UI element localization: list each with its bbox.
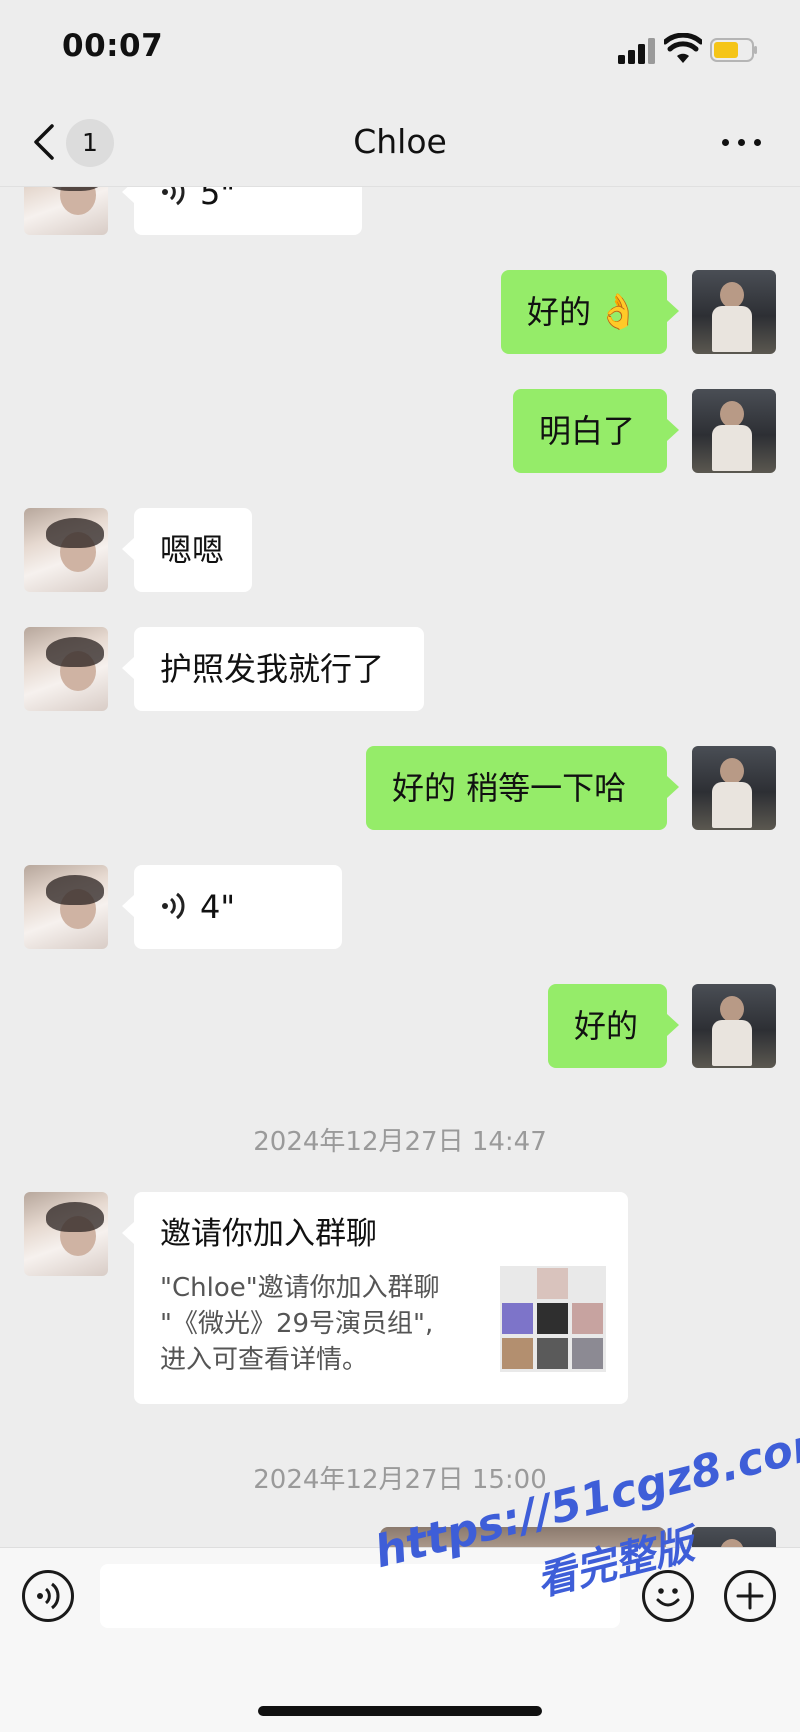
message-bubble[interactable]: 嗯嗯 [122,508,252,592]
chat-title: Chloe [353,122,447,161]
status-bar: 00:07 [0,0,800,100]
ok-hand-emoji: 👌 [597,292,640,332]
my-avatar[interactable] [692,746,776,830]
chat-header: 1 Chloe [0,100,800,187]
message-list[interactable]: 5" 好的 👌 明白了 嗯嗯 护照发我就行了 好的 稍等一下哈 4" 好的 202… [0,187,800,1547]
cellular-signal-icon [618,36,658,64]
wifi-icon [664,33,702,63]
invite-description: "Chloe"邀请你加入群聊 "《微光》29号演员组", 进入可查看详情。 [160,1273,440,1375]
invite-title: 邀请你加入群聊 [160,1216,377,1252]
message-bubble[interactable]: 好的 稍等一下哈 [366,746,679,830]
voice-message[interactable]: 4" [122,865,342,949]
voice-message[interactable]: 5" [122,187,362,235]
message-bubble[interactable]: 明白了 [513,389,679,473]
message-text: 明白了 [539,412,636,450]
message-bubble[interactable]: 护照发我就行了 [122,627,424,711]
contact-avatar[interactable] [24,187,108,235]
contact-avatar[interactable] [24,627,108,711]
my-avatar[interactable] [692,270,776,354]
timestamp: 2024年12月27日 14:47 [253,1127,547,1157]
message-bubble[interactable]: 好的 [548,984,679,1068]
contact-avatar[interactable] [24,865,108,949]
voice-duration: 4" [200,888,236,926]
group-avatar-grid [500,1266,606,1372]
voice-mode-icon[interactable] [22,1570,74,1622]
message-text: 好的 [527,293,592,331]
group-invite-card[interactable]: 邀请你加入群聊 "Chloe"邀请你加入群聊 "《微光》29号演员组", 进入可… [122,1192,628,1404]
voice-wave-icon [162,187,185,206]
status-time: 00:07 [62,28,164,64]
contact-avatar[interactable] [24,1192,108,1276]
message-text: 嗯嗯 [160,531,225,569]
message-text: 护照发我就行了 [160,650,385,688]
contact-avatar[interactable] [24,508,108,592]
voice-duration: 5" [200,187,236,212]
battery-icon [710,38,757,62]
my-avatar[interactable] [692,389,776,473]
more-options-icon[interactable] [720,130,764,154]
message-bubble[interactable]: 好的 👌 [501,270,679,354]
message-text: 好的 稍等一下哈 [392,769,627,807]
home-indicator [258,1706,542,1716]
voice-wave-icon [162,892,185,920]
message-text: 好的 [574,1007,639,1045]
my-avatar[interactable] [692,984,776,1068]
